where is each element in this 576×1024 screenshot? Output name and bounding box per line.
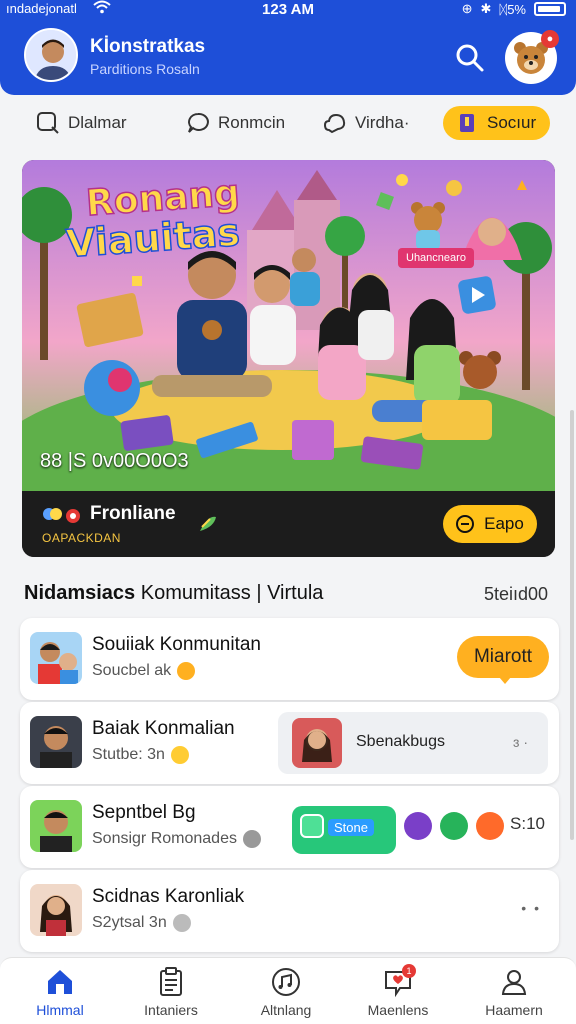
bottom-navigation: Hlmmal Intaniers Altnlang 1 Maenlens Haa…: [0, 957, 576, 1024]
music-note-icon: [242, 830, 261, 848]
chat-bubble-icon: [188, 112, 209, 133]
avatar: [30, 632, 82, 684]
list-item-name: Souiiak Konmunitan: [92, 634, 261, 655]
nav-label: Altnlang: [260, 1002, 312, 1018]
banner-footer-sub: OAPACKDAN: [42, 531, 121, 545]
nav-item-intaniers[interactable]: Intaniers: [121, 966, 221, 1018]
list-item-sub-text: Soucbel ak: [92, 662, 172, 679]
avatar: [30, 800, 82, 852]
search-button[interactable]: [452, 40, 488, 76]
banner-footer-name: Fronliane: [90, 503, 176, 524]
banner-counter: 88 |S 0ᴠ00O0O3: [40, 450, 189, 472]
nav-item-maenlens[interactable]: 1 Maenlens: [348, 964, 448, 1018]
nested-preview-card[interactable]: Sbenakbugs ɜ ·: [278, 712, 548, 774]
notifications-bear-button[interactable]: ●: [505, 30, 559, 84]
nav-item-home[interactable]: Hlmmal: [10, 966, 110, 1018]
list-item-name: Baiak Konmalian: [92, 718, 235, 739]
profile-avatar[interactable]: [24, 28, 78, 82]
app-header: ındadejonatl 123 AM ⊕ ✱ ᛞ5% Kİonstratkas…: [0, 0, 576, 95]
nav-label: Intaniers: [144, 1002, 198, 1018]
banner-brand-icons: [42, 505, 82, 527]
search-chat-icon: [37, 112, 59, 134]
emoji-icon: [177, 662, 196, 680]
home-icon: [48, 970, 72, 994]
list-item-sub: S2ytsal 3n: [92, 914, 191, 932]
nav-item-altnlang[interactable]: Altnlang: [236, 966, 336, 1018]
nav-label: Haamern: [485, 1002, 543, 1018]
notification-badge: ●: [541, 30, 559, 48]
hearts-icon: [43, 508, 80, 523]
profile-icon: [501, 970, 527, 995]
list-item[interactable]: Baiak Konmalian Stutbe: 3n Sbenakbugs ɜ …: [20, 702, 559, 784]
list-item-sub: Sonsigr Romonades: [92, 830, 261, 848]
clipboard-icon: [160, 967, 182, 996]
section-title-bold: Nidamsiacs: [24, 582, 136, 604]
header-title: Kİonstratkas: [90, 36, 206, 57]
tab-label: Virdha·: [355, 113, 410, 132]
list-item[interactable]: Scidnas Karonliak S2ytsal 3n • •: [20, 870, 559, 952]
list-item-sub-text: S2ytsal 3n: [92, 914, 167, 931]
badge-icon[interactable]: [476, 812, 504, 840]
status-right: ⊕ ✱ ᛞ5%: [462, 1, 566, 17]
section-see-all-link[interactable]: 5teiıd00: [484, 584, 548, 605]
search-icon: [456, 44, 484, 72]
nested-preview-title: Sbenakbugs: [356, 733, 445, 750]
alarm-icon: ⊕: [461, 1, 473, 16]
tab-virdha[interactable]: Virdha·: [323, 106, 410, 140]
tab-ronmcin[interactable]: Ronmcin: [186, 106, 285, 140]
list-item-action-button[interactable]: Miarott: [457, 636, 549, 684]
banner-tag: Uhancnearo: [398, 248, 474, 268]
tab-label: Ronmcin: [218, 113, 286, 132]
battery-icon: [534, 2, 566, 16]
avatar: [30, 716, 82, 768]
nav-badge: 1: [402, 964, 416, 978]
header-title-group: Kİonstratkas Parditions Rosaln: [90, 36, 205, 77]
list-item-name: Scidnas Karonliak: [92, 886, 245, 907]
banner-footer: Fronliane OAPACKDAN Eapo: [22, 491, 555, 557]
list-item-name: Sepntbel Bg: [92, 802, 196, 823]
list-item-sub-text: Sonsigr Romonades: [92, 830, 237, 847]
section-title: Nidamsiacs Komumitass | Virtula: [24, 582, 323, 605]
featured-banner[interactable]: Ronang Viauitas Uhancnearo 88 |S 0ᴠ00O0O…: [22, 160, 555, 557]
header-subtitle: Parditions Rosaln: [90, 61, 200, 77]
list-item[interactable]: Sepntbel Bg Sonsigr Romonades Stone S:10: [20, 786, 559, 868]
app-chip[interactable]: Stone: [292, 806, 396, 854]
section-title-rest: Komumitass | Virtula: [135, 582, 324, 604]
chat-cloud-icon: [323, 113, 346, 134]
avatar: [30, 884, 82, 936]
emoji-icon: [172, 914, 191, 932]
nested-preview-extra: ɜ ·: [513, 734, 528, 750]
list-item-sub: Soucbel ak: [92, 662, 196, 680]
book-icon: [460, 114, 474, 132]
more-options-button[interactable]: • •: [521, 900, 541, 916]
share-icon[interactable]: [440, 812, 468, 840]
nav-label: Maenlens: [367, 1002, 429, 1018]
mic-icon[interactable]: [404, 812, 432, 840]
avatar: [292, 718, 342, 768]
status-bar: ındadejonatl 123 AM ⊕ ✱ ᛞ5%: [0, 0, 576, 20]
app-chip-label: Stone: [328, 819, 374, 836]
list-item[interactable]: Souiiak Konmunitan Soucbel ak Miarott: [20, 618, 559, 700]
minus-circle-icon: [456, 515, 475, 533]
nav-label: Hlmmal: [36, 1002, 84, 1018]
scrollbar[interactable]: [570, 410, 574, 840]
list-item-count: S:10: [510, 814, 545, 833]
checkbox-icon: [300, 814, 324, 838]
tab-label: Socıur: [487, 113, 537, 132]
banner-action-button[interactable]: Eapo: [443, 505, 537, 543]
banner-action-label: Eapo: [484, 514, 524, 533]
category-tabs: Dlalmar Ronmcin Virdha· Socıur: [0, 100, 576, 146]
nav-item-haamern[interactable]: Haamern: [464, 966, 564, 1018]
music-icon: [272, 968, 300, 996]
tab-sociur[interactable]: Socıur: [443, 106, 551, 140]
list-item-sub: Stutbe: 3n: [92, 746, 189, 764]
emoji-icon: [170, 746, 189, 764]
leaf-icon: [200, 516, 216, 531]
list-item-sub-text: Stutbe: 3n: [92, 746, 165, 763]
tab-label: Dlalmar: [68, 113, 127, 132]
tab-dlalmar[interactable]: Dlalmar: [36, 106, 127, 140]
battery-percent: ᛞ5%: [499, 1, 526, 17]
bluetooth-icon: ✱: [480, 1, 492, 16]
